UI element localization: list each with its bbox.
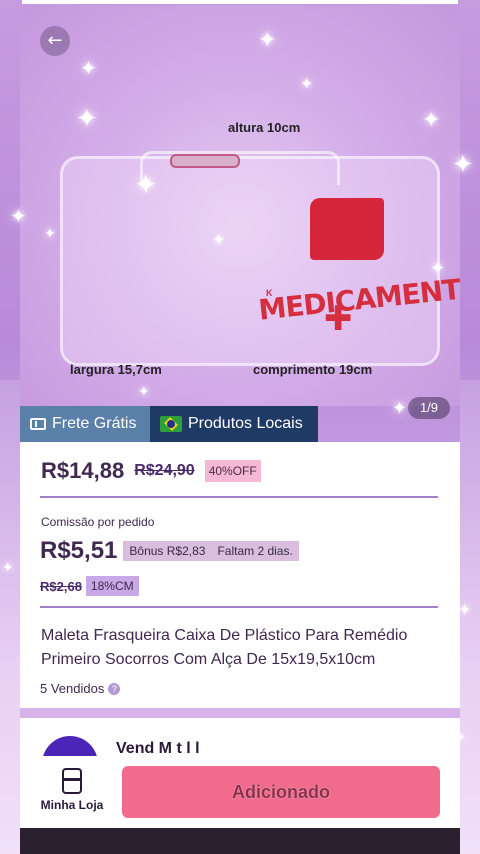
shipping-badges: Frete Grátis Produtos Locais [20,406,318,442]
store-card[interactable]: Vend M t l l [20,718,460,758]
bonus-amount: Bônus R$2,83 [129,544,206,558]
product-image-carousel[interactable]: K MEDICAMENTOS ✚ altura 10cm largura 15,… [20,6,460,406]
free-shipping-badge: Frete Grátis [20,406,150,442]
bonus-badge: Bônus R$2,83 Faltam 2 dias. [123,541,299,561]
brazil-flag-icon [160,416,182,432]
height-label: altura 10cm [228,120,301,135]
medical-cross-icon: ✚ [324,299,353,339]
case-handle [170,154,240,168]
case-latch [310,198,384,260]
store-icon [62,768,82,794]
ticket-icon [30,418,46,430]
my-store-button[interactable]: Minha Loja [40,768,104,812]
sold-count: 5 Vendidos ? [40,681,121,696]
current-price: R$14,88 [41,458,125,483]
system-nav-bar [20,828,460,854]
add-button[interactable]: Adicionado [122,766,440,818]
top-status-strip [22,0,458,4]
original-price: R$24,90 [134,462,195,479]
discount-badge: 40%OFF [204,460,261,482]
commission-label: Comissão por pedido [41,515,155,529]
commission-rate-row: R$2,68 18%CM [40,576,139,596]
my-store-label: Minha Loja [40,798,104,812]
product-case-illustration [60,156,440,366]
back-arrow-icon[interactable]: ← [40,26,70,56]
commission-value: R$5,51 [40,537,118,564]
length-label: comprimento 19cm [253,362,373,377]
right-background-edge [460,380,480,854]
old-commission: R$2,68 [40,578,82,594]
local-products-label: Produtos Locais [188,415,303,432]
price-row: R$14,88 R$24,90 40%OFF [41,458,261,484]
commission-row: R$5,51 Bônus R$2,83 Faltam 2 dias. [40,537,299,565]
left-background-edge [0,380,20,854]
commission-rate-badge: 18%CM [85,576,139,596]
free-shipping-label: Frete Grátis [52,415,137,432]
sold-count-label: 5 Vendidos [40,681,105,696]
divider [40,496,438,498]
help-icon[interactable]: ? [108,682,121,695]
section-gap [20,708,460,718]
local-products-badge: Produtos Locais [150,406,318,442]
width-label: largura 15,7cm [70,362,162,377]
bonus-remaining: Faltam 2 dias. [217,544,293,558]
image-counter: 1/9 [408,397,450,419]
divider [40,606,438,608]
store-avatar [42,736,98,758]
product-title: Maleta Frasqueira Caixa De Plástico Para… [41,627,408,668]
